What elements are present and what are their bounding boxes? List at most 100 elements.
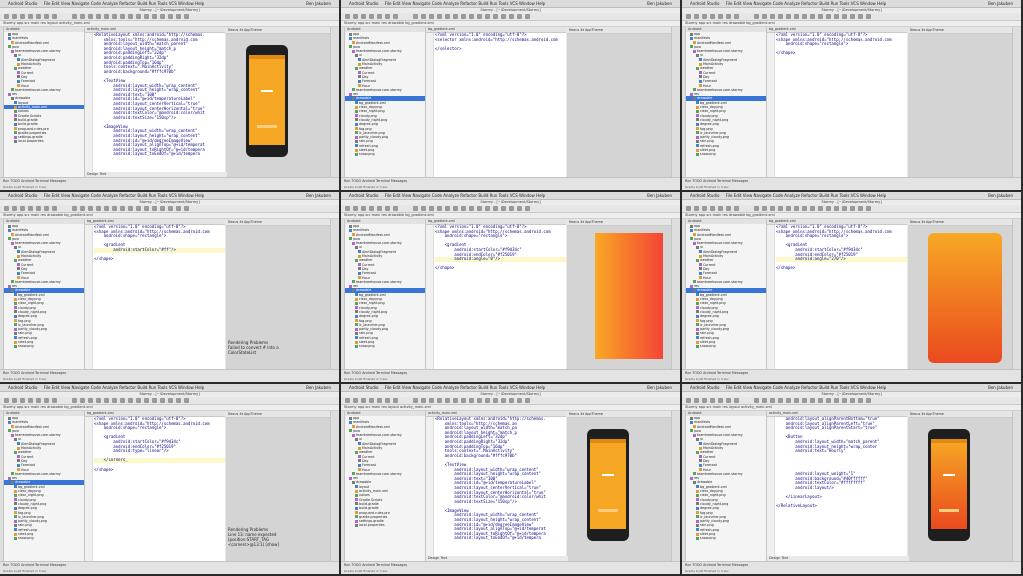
toolbar-button-icon[interactable] <box>80 398 85 403</box>
user-name[interactable]: Ben Jakuben <box>306 0 331 7</box>
toolbar-button-icon[interactable] <box>778 206 783 211</box>
toolbar-button-icon[interactable] <box>842 206 847 211</box>
toolbar-button-icon[interactable] <box>702 206 707 211</box>
toolbar-button-icon[interactable] <box>96 206 101 211</box>
toolbar-button-icon[interactable] <box>413 14 418 19</box>
toolbar-button-icon[interactable] <box>128 14 133 19</box>
toolbar-button-icon[interactable] <box>786 14 791 19</box>
app-name[interactable]: Android Studio <box>349 1 378 6</box>
code-line[interactable]: </selector> <box>435 46 566 52</box>
toolbar-button-icon[interactable] <box>104 14 109 19</box>
toolbar-button-icon[interactable] <box>88 206 93 211</box>
toolbar-button-icon[interactable] <box>509 206 514 211</box>
toolbar-button-icon[interactable] <box>485 206 490 211</box>
toolbar-button-icon[interactable] <box>52 14 57 19</box>
tree-item[interactable]: snow.png <box>4 536 84 540</box>
toolbar-button-icon[interactable] <box>710 398 715 403</box>
toolbar-button-icon[interactable] <box>810 206 815 211</box>
toolbar-button-icon[interactable] <box>786 398 791 403</box>
toolbar-button-icon[interactable] <box>686 206 691 211</box>
toolbar-button-icon[interactable] <box>710 14 715 19</box>
toolbar-button-icon[interactable] <box>152 14 157 19</box>
toolbar-button-icon[interactable] <box>144 206 149 211</box>
toolbar-button-icon[interactable] <box>429 398 434 403</box>
toolbar-button-icon[interactable] <box>421 206 426 211</box>
tool-window-strip-right[interactable] <box>671 411 680 561</box>
toolbar-button-icon[interactable] <box>802 14 807 19</box>
toolbar-button-icon[interactable] <box>12 14 17 19</box>
bottom-tool-tabs[interactable]: Run TODO Android Terminal Messages <box>3 179 66 184</box>
toolbar-button-icon[interactable] <box>88 398 93 403</box>
toolbar-button-icon[interactable] <box>770 206 775 211</box>
toolbar-button-icon[interactable] <box>842 398 847 403</box>
app-name[interactable]: Android Studio <box>8 385 37 390</box>
user-name[interactable]: Ben Jakuben <box>306 192 331 199</box>
toolbar-button-icon[interactable] <box>826 398 831 403</box>
code-editor[interactable]: bg_gradient.xml <?xml version="1.0" enco… <box>426 27 566 177</box>
code-line[interactable]: </shape> <box>776 266 907 271</box>
toolbar-button-icon[interactable] <box>734 206 739 211</box>
toolbar-button-icon[interactable] <box>702 14 707 19</box>
toolbar-button-icon[interactable] <box>461 14 466 19</box>
toolbar-button-icon[interactable] <box>858 398 863 403</box>
design-text-tabs[interactable]: Design Text <box>85 172 227 177</box>
design-text-tabs[interactable]: Design Text <box>426 556 568 561</box>
code-line[interactable]: android:layout_toEndOf="@+id/tempera <box>435 536 566 541</box>
toolbar-button-icon[interactable] <box>842 14 847 19</box>
tree-item[interactable]: snow.png <box>686 536 766 540</box>
toolbar-button-icon[interactable] <box>377 14 382 19</box>
toolbar-button-icon[interactable] <box>184 14 189 19</box>
toolbar-button-icon[interactable] <box>345 206 350 211</box>
toolbar-button-icon[interactable] <box>44 398 49 403</box>
toolbar-button-icon[interactable] <box>28 398 33 403</box>
toolbar-button-icon[interactable] <box>686 14 691 19</box>
toolbar-button-icon[interactable] <box>168 206 173 211</box>
code-text[interactable]: android:layout_alignParentBottom="true" … <box>776 416 907 509</box>
bottom-tool-tabs[interactable]: Run TODO Android Terminal Messages <box>344 371 407 376</box>
toolbar-button-icon[interactable] <box>4 398 9 403</box>
toolbar-button-icon[interactable] <box>36 398 41 403</box>
user-name[interactable]: Ben Jakuben <box>988 0 1013 7</box>
tree-item[interactable]: snow.png <box>4 344 84 348</box>
toolbar-button-icon[interactable] <box>52 398 57 403</box>
bottom-tool-tabs[interactable]: Run TODO Android Terminal Messages <box>3 563 66 568</box>
menu-items[interactable]: File Edit View Navigate Code Analyze Ref… <box>385 385 545 390</box>
code-editor[interactable]: bg_gradient.xml <?xml version="1.0" enco… <box>767 27 907 177</box>
toolbar-button-icon[interactable] <box>361 398 366 403</box>
code-editor[interactable]: bg_gradient.xml <?xml version="1.0" enco… <box>426 219 566 369</box>
code-text[interactable]: <?xml version="1.0" encoding="utf-8"?> <s… <box>776 32 907 56</box>
toolbar-button-icon[interactable] <box>72 14 77 19</box>
tool-window-strip-right[interactable] <box>1012 411 1021 561</box>
toolbar-button-icon[interactable] <box>461 398 466 403</box>
menu-items[interactable]: File Edit View Navigate Code Analyze Ref… <box>44 385 204 390</box>
menu-items[interactable]: File Edit View Navigate Code Analyze Ref… <box>726 1 886 6</box>
toolbar-button-icon[interactable] <box>445 398 450 403</box>
toolbar-button-icon[interactable] <box>136 206 141 211</box>
toolbar-button-icon[interactable] <box>413 206 418 211</box>
toolbar-button-icon[interactable] <box>4 206 9 211</box>
toolbar-button-icon[interactable] <box>369 14 374 19</box>
toolbar-button-icon[interactable] <box>160 206 165 211</box>
toolbar-button-icon[interactable] <box>168 398 173 403</box>
user-name[interactable]: Ben Jakuben <box>647 384 672 391</box>
toolbar-button-icon[interactable] <box>160 14 165 19</box>
toolbar-button-icon[interactable] <box>20 398 25 403</box>
toolbar-button-icon[interactable] <box>754 14 759 19</box>
code-editor[interactable]: bg_gradient.xml <?xml version="1.0" enco… <box>767 219 907 369</box>
toolbar-button-icon[interactable] <box>80 14 85 19</box>
app-name[interactable]: Android Studio <box>8 1 37 6</box>
toolbar-button-icon[interactable] <box>28 14 33 19</box>
toolbar-button-icon[interactable] <box>437 398 442 403</box>
toolbar-button-icon[interactable] <box>136 14 141 19</box>
app-name[interactable]: Android Studio <box>349 193 378 198</box>
user-name[interactable]: Ben Jakuben <box>988 192 1013 199</box>
toolbar-button-icon[interactable] <box>385 398 390 403</box>
toolbar-button-icon[interactable] <box>413 398 418 403</box>
toolbar-button-icon[interactable] <box>453 14 458 19</box>
code-text[interactable]: <?xml version="1.0" encoding="utf-8"?> <s… <box>435 32 566 52</box>
toolbar-button-icon[interactable] <box>128 398 133 403</box>
app-name[interactable]: Android Studio <box>690 1 719 6</box>
code-editor[interactable]: bg_gradient.xml <?xml version="1.0" enco… <box>85 219 225 369</box>
toolbar-button-icon[interactable] <box>80 206 85 211</box>
toolbar-button-icon[interactable] <box>778 14 783 19</box>
